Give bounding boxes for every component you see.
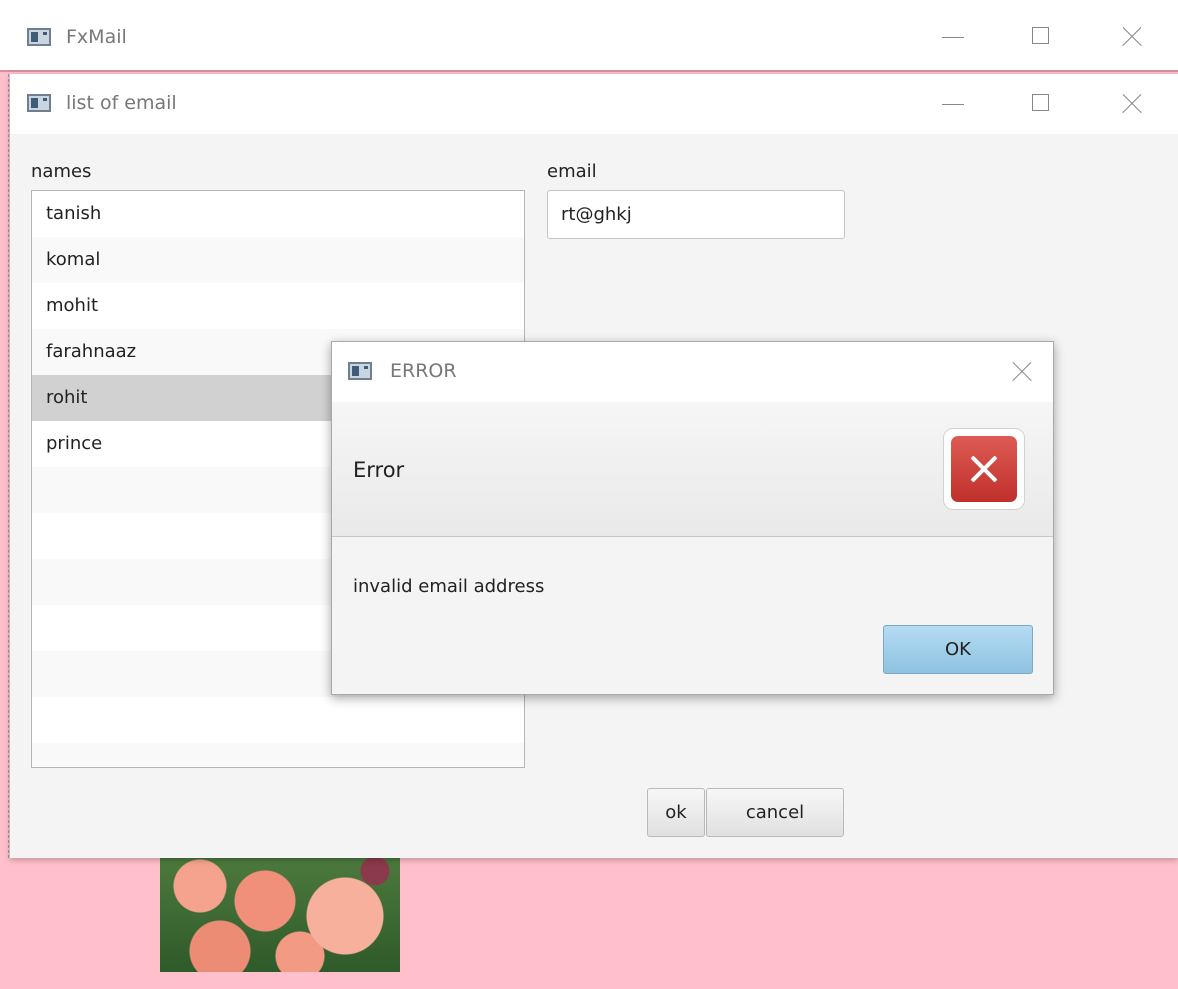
error-dialog: ERROR Error invalid email address OK	[331, 341, 1054, 695]
empty-list-row	[32, 697, 524, 743]
close-icon[interactable]	[1112, 17, 1152, 57]
error-x-icon	[951, 436, 1017, 502]
maximize-icon[interactable]	[1023, 84, 1063, 124]
main-window-title: FxMail	[66, 26, 127, 48]
ok-button[interactable]: ok	[647, 788, 705, 837]
empty-list-row	[32, 743, 524, 767]
maximize-icon[interactable]	[1023, 17, 1063, 57]
error-dialog-title: ERROR	[390, 360, 457, 382]
close-icon[interactable]	[1002, 352, 1042, 392]
email-input[interactable]	[547, 190, 845, 239]
email-label: email	[547, 161, 597, 182]
error-message: invalid email address	[353, 576, 545, 597]
minimize-icon[interactable]	[934, 17, 974, 57]
error-dialog-header: Error	[332, 402, 1053, 537]
email-window-title: list of email	[66, 92, 177, 114]
names-label: names	[31, 161, 92, 182]
list-item-tanish[interactable]: tanish	[32, 191, 524, 237]
list-item-komal[interactable]: komal	[32, 237, 524, 283]
close-icon[interactable]	[1112, 84, 1152, 124]
main-title-bar[interactable]: FxMail	[0, 0, 1178, 72]
app-window-icon	[27, 94, 51, 112]
email-window-title-bar[interactable]: list of email	[10, 74, 1178, 134]
cancel-button[interactable]: cancel	[706, 788, 844, 837]
minimize-icon[interactable]	[934, 84, 974, 124]
app-window-icon	[348, 362, 372, 380]
app-window-icon	[27, 28, 51, 46]
error-icon-frame	[943, 428, 1025, 510]
flower-photo	[160, 856, 400, 972]
error-dialog-title-bar[interactable]: ERROR	[332, 342, 1053, 402]
error-ok-button[interactable]: OK	[883, 625, 1033, 674]
error-header-text: Error	[353, 458, 405, 482]
list-item-mohit[interactable]: mohit	[32, 283, 524, 329]
